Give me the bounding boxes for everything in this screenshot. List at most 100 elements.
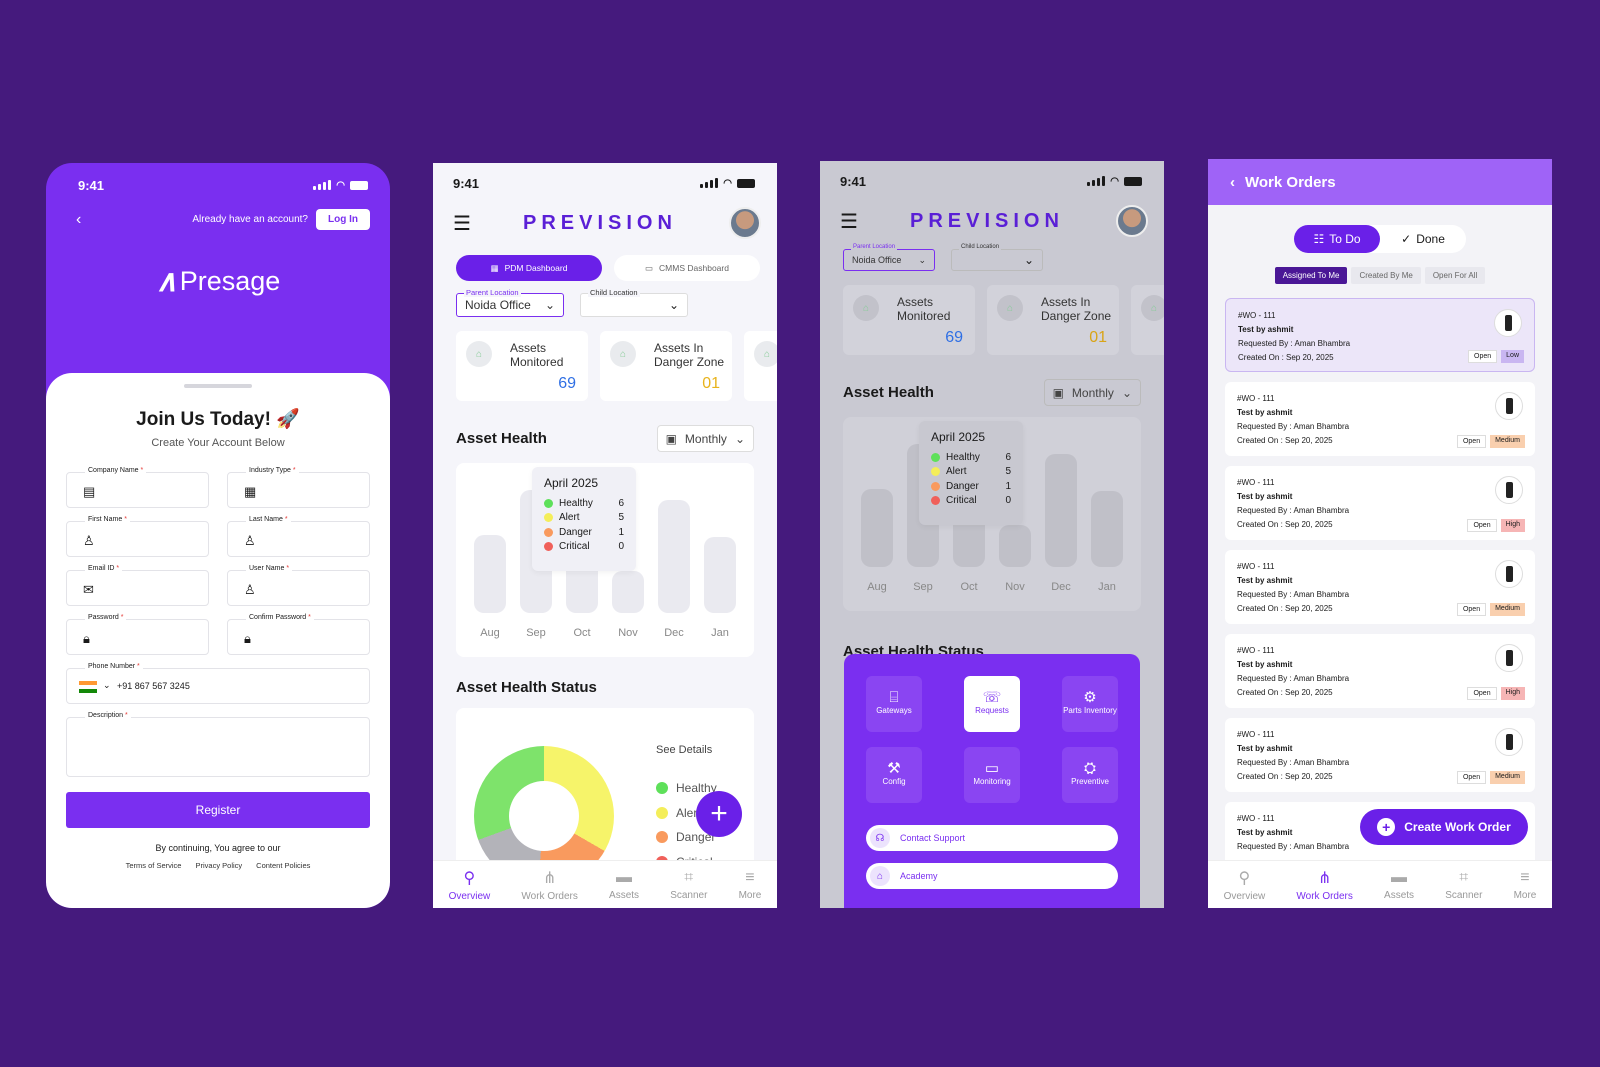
- work-order-badges: Open High: [1467, 519, 1525, 532]
- battery-icon: [350, 180, 368, 190]
- lock-icon: 🔒︎: [244, 631, 251, 646]
- work-order-card[interactable]: #WO - 111 Test by ashmit Requested By : Am…: [1225, 466, 1535, 540]
- first-name-field[interactable]: First Name * ♙: [66, 516, 209, 557]
- work-order-badges: Open Medium: [1456, 603, 1525, 616]
- x-axis-label: Aug: [867, 581, 887, 593]
- tile-config[interactable]: ⚒ Config: [866, 747, 922, 803]
- hamburger-menu-icon[interactable]: ☰: [453, 211, 471, 236]
- filter-created-by-me[interactable]: Created By Me: [1351, 267, 1421, 284]
- india-flag-icon[interactable]: [79, 681, 97, 693]
- work-order-card[interactable]: #WO - 111 Test by ashmit Requested By : Am…: [1225, 718, 1535, 792]
- company-name-field[interactable]: Company Name * ▤: [66, 467, 209, 508]
- nav-scanner[interactable]: ⌗ Scanner: [1445, 869, 1482, 901]
- legend-dot: [931, 496, 940, 506]
- tile-gateways[interactable]: ⌸ Gateways: [866, 676, 922, 732]
- tile-monitoring[interactable]: ▭ Monitoring: [964, 747, 1020, 803]
- login-button[interactable]: Log In: [316, 209, 370, 230]
- confirm-password-field[interactable]: Confirm Password * 🔒︎: [227, 614, 370, 655]
- assets-monitored-card[interactable]: ⌂ Assets Monitored 69: [843, 285, 975, 355]
- parent-location-select[interactable]: Parent Location Noida Office ⌄: [456, 288, 564, 317]
- work-order-card[interactable]: #WO - 111 Test by ashmit Requested By : Am…: [1225, 382, 1535, 456]
- tile-preventive[interactable]: ⛭ Preventive: [1062, 747, 1118, 803]
- x-axis-label: Oct: [960, 581, 978, 593]
- chart-bar: [704, 537, 736, 613]
- child-location-select[interactable]: Child Location ⌄: [580, 288, 688, 317]
- work-order-id: #WO - 111: [1238, 311, 1276, 320]
- terms-link[interactable]: Terms of Service: [126, 861, 182, 870]
- content-policies-link[interactable]: Content Policies: [256, 861, 310, 870]
- last-name-field[interactable]: Last Name * ♙: [227, 516, 370, 557]
- hamburger-menu-icon[interactable]: ☰: [840, 209, 858, 234]
- sheet-handle[interactable]: [184, 384, 252, 388]
- x-axis-label: Nov: [1005, 581, 1025, 593]
- sensor-icon: [1505, 650, 1513, 666]
- industry-type-field[interactable]: Industry Type * ▦: [227, 467, 370, 508]
- nav-scanner[interactable]: ⌗ Scanner: [670, 869, 707, 901]
- back-arrow-icon[interactable]: ‹: [1230, 174, 1235, 191]
- sensor-icon: [1505, 734, 1513, 750]
- priority-badge: High: [1500, 687, 1525, 700]
- danger-zone-card[interactable]: ⌂ Assets In Danger Zone 01: [600, 331, 732, 401]
- nav-work-orders[interactable]: ⋔ Work Orders: [1296, 868, 1353, 902]
- child-location-select[interactable]: Child Location ⌄: [951, 244, 1043, 271]
- tile-parts-inventory[interactable]: ⚙ Parts Inventory: [1062, 676, 1118, 732]
- filter-open-for-all[interactable]: Open For All: [1424, 267, 1486, 284]
- avatar[interactable]: [1115, 205, 1148, 237]
- see-details-link[interactable]: See Details: [656, 744, 712, 756]
- monitor-icon: ▭: [984, 760, 1000, 777]
- parent-location-select[interactable]: Parent Location Noida Office ⌄: [843, 244, 935, 271]
- nav-assets[interactable]: ▬ Assets: [1384, 869, 1414, 901]
- filter-assigned-to-me[interactable]: Assigned To Me: [1274, 267, 1348, 284]
- work-order-id: #WO - 111: [1237, 394, 1275, 403]
- nav-overview[interactable]: ⚲ Overview: [1224, 868, 1266, 902]
- email-field[interactable]: Email ID * ✉: [66, 565, 209, 606]
- asset-thumbnail: [1495, 476, 1523, 504]
- nav-more[interactable]: ≡ More: [1514, 869, 1537, 901]
- description-field[interactable]: Description *: [66, 712, 370, 777]
- work-order-card[interactable]: #WO - 111 Test by ashmit Requested By : Am…: [1225, 298, 1535, 372]
- nav-more[interactable]: ≡ More: [739, 869, 762, 901]
- asset-thumbnail: [1495, 392, 1523, 420]
- work-order-badges: Open Low: [1468, 350, 1524, 363]
- work-order-card[interactable]: #WO - 111 Test by ashmit Requested By : Am…: [1225, 550, 1535, 624]
- add-fab-button[interactable]: +: [696, 791, 742, 837]
- period-select[interactable]: ▣ Monthly ⌄: [656, 425, 754, 452]
- tab-cmms-dashboard[interactable]: ▭ CMMS Dashboard: [614, 255, 760, 281]
- work-order-id: #WO - 111: [1237, 478, 1275, 487]
- academy-button[interactable]: ⌂ Academy: [866, 863, 1118, 889]
- nav-overview[interactable]: ⚲ Overview: [449, 868, 491, 902]
- username-field[interactable]: User Name * ♙: [227, 565, 370, 606]
- period-select[interactable]: ▣ Monthly ⌄: [1043, 379, 1141, 406]
- more-card[interactable]: ⌂: [1131, 285, 1164, 355]
- phone-number-field[interactable]: Phone Number * ⌄ +91 867 567 3245: [66, 663, 370, 704]
- user-icon: ♙: [244, 533, 256, 548]
- avatar[interactable]: [728, 207, 761, 239]
- privacy-link[interactable]: Privacy Policy: [195, 861, 242, 870]
- headset-icon: ☊: [870, 828, 890, 848]
- sensor-icon: [1504, 315, 1512, 331]
- tab-done[interactable]: ✓ Done: [1380, 225, 1466, 253]
- tile-requests[interactable]: ☏ Requests: [964, 676, 1020, 732]
- asset-icon: ⌂: [1141, 295, 1164, 321]
- contact-support-button[interactable]: ☊ Contact Support: [866, 825, 1118, 851]
- chevron-down-icon[interactable]: ⌄: [103, 680, 111, 691]
- asset-health-title: Asset Health: [456, 430, 547, 447]
- status-badge: Open: [1456, 435, 1487, 448]
- nav-work-orders[interactable]: ⋔ Work Orders: [521, 868, 578, 902]
- tab-to-do[interactable]: ☷ To Do: [1294, 225, 1380, 253]
- nav-assets[interactable]: ▬ Assets: [609, 869, 639, 901]
- create-work-order-button[interactable]: + Create Work Order: [1360, 809, 1528, 845]
- password-field[interactable]: Password * 🔒︎: [66, 614, 209, 655]
- x-axis-label: Dec: [664, 627, 684, 639]
- back-arrow-icon[interactable]: ‹: [76, 211, 81, 229]
- more-card[interactable]: ⌂: [744, 331, 777, 401]
- work-order-card[interactable]: #WO - 111 Test by ashmit Requested By : Am…: [1225, 634, 1535, 708]
- more-icon: ≡: [1520, 868, 1530, 886]
- assets-monitored-card[interactable]: ⌂ Assets Monitored 69: [456, 331, 588, 401]
- tab-pdm-dashboard[interactable]: ▦ PDM Dashboard: [456, 255, 602, 281]
- danger-zone-card[interactable]: ⌂ Assets In Danger Zone 01: [987, 285, 1119, 355]
- asset-health-title: Asset Health: [843, 384, 934, 401]
- x-axis-label: Aug: [480, 627, 500, 639]
- tooltip-value: 1: [618, 526, 624, 538]
- register-button[interactable]: Register: [66, 792, 370, 828]
